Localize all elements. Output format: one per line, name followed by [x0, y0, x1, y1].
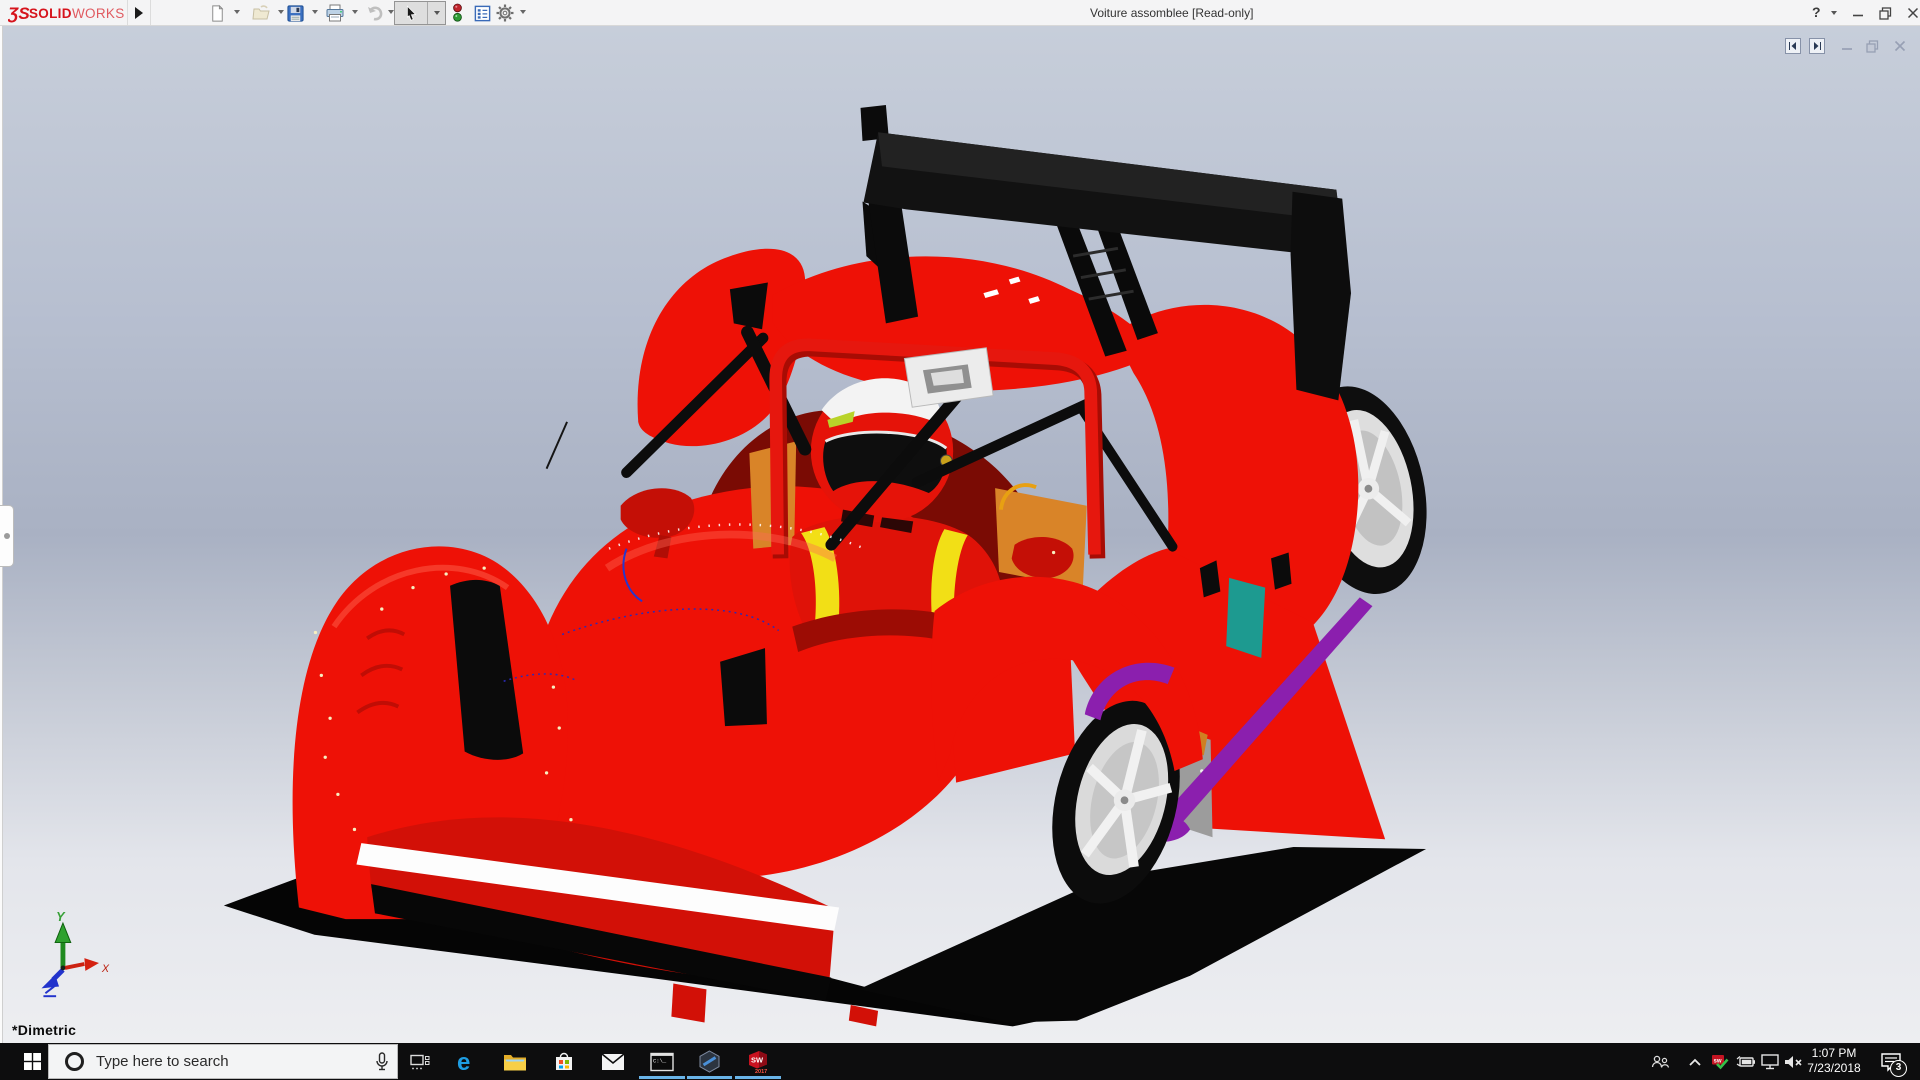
- new-document-button[interactable]: [206, 2, 228, 24]
- logo-mark: ƷS: [8, 4, 30, 23]
- save-caret[interactable]: [310, 10, 320, 18]
- select-tool-caret[interactable]: [427, 2, 445, 24]
- undo-icon: [365, 3, 385, 23]
- print-icon: [325, 3, 345, 23]
- titlebar: ƷS SOLID WORKS: [0, 0, 1920, 26]
- display-pane-icon: [473, 4, 492, 23]
- microsoft-store-icon: [553, 1051, 575, 1073]
- rearview-mirror-box: [904, 348, 993, 407]
- solidworks-monitor-icon: sw: [1711, 1052, 1730, 1071]
- microsoft-store-button[interactable]: [542, 1043, 586, 1080]
- gear-icon: [495, 3, 515, 23]
- rebuild-button[interactable]: [446, 2, 468, 24]
- mail-button[interactable]: [591, 1043, 635, 1080]
- mail-icon: [601, 1053, 625, 1071]
- command-prompt-icon: C:\_: [650, 1052, 674, 1072]
- clock-time: 1:07 PM: [1796, 1046, 1872, 1061]
- document-title: Voiture assomblee [Read-only]: [1090, 6, 1253, 20]
- taskbar-search[interactable]: [48, 1044, 398, 1079]
- tray-overflow-button[interactable]: [1682, 1043, 1708, 1080]
- taskbar: e: [0, 1043, 1920, 1080]
- new-document-icon: [208, 4, 227, 23]
- print-button[interactable]: [324, 2, 346, 24]
- task-view-icon: [410, 1053, 430, 1071]
- graphics-viewport[interactable]: Y X *Dimetric: [0, 26, 1920, 1043]
- microphone-icon[interactable]: [367, 1050, 397, 1074]
- triad-x-label: X: [101, 963, 110, 975]
- help-button[interactable]: ?: [1812, 4, 1821, 20]
- open-folder-icon: [251, 3, 271, 23]
- minimize-icon: [1852, 7, 1864, 19]
- taskbar-clock[interactable]: 1:07 PM 7/23/2018: [1796, 1046, 1872, 1076]
- svg-text:C:\_: C:\_: [653, 1057, 667, 1064]
- solidworks-window: ƷS SOLID WORKS: [0, 0, 1920, 1080]
- hexagon-app-icon: [698, 1050, 721, 1073]
- restore-icon: [1879, 7, 1892, 20]
- orientation-triad: Y X: [41, 910, 109, 996]
- logo-bold: SOLID: [29, 6, 72, 21]
- traffic-light-icon: [449, 2, 466, 24]
- open-indicator-cmd: [639, 1076, 685, 1079]
- search-input[interactable]: [96, 1053, 367, 1070]
- people-icon: [1650, 1053, 1670, 1071]
- hexagon-app-button[interactable]: [687, 1043, 731, 1080]
- solidworks-monitor-button[interactable]: sw: [1707, 1043, 1733, 1080]
- print-caret[interactable]: [350, 10, 360, 18]
- minimize-button[interactable]: [1849, 5, 1866, 21]
- file-explorer-button[interactable]: [493, 1043, 537, 1080]
- edge-button[interactable]: e: [445, 1043, 489, 1080]
- notification-badge: 3: [1890, 1060, 1907, 1077]
- file-explorer-icon: [503, 1052, 527, 1072]
- cursor-icon: [402, 4, 420, 23]
- command-prompt-button[interactable]: C:\_: [640, 1043, 684, 1080]
- play-arrow-icon: [135, 7, 143, 19]
- solidworks-2017-icon: SW 2017: [746, 1049, 771, 1074]
- model-canvas[interactable]: Y X: [0, 26, 1920, 1043]
- clock-date: 7/23/2018: [1796, 1061, 1872, 1076]
- view-orientation-label: *Dimetric: [12, 1022, 76, 1038]
- undo-button[interactable]: [364, 2, 386, 24]
- start-button[interactable]: [12, 1043, 52, 1080]
- options-caret[interactable]: [518, 10, 528, 18]
- save-floppy-icon: [286, 4, 305, 23]
- battery-icon: [1736, 1055, 1756, 1069]
- svg-text:SW: SW: [751, 1056, 764, 1065]
- menu-flyout-button[interactable]: [127, 0, 151, 25]
- save-button[interactable]: [284, 2, 306, 24]
- logo-light: WORKS: [72, 6, 125, 21]
- open-indicator-solidworks: [735, 1076, 781, 1079]
- select-tool-group: [394, 1, 446, 25]
- svg-text:e: e: [457, 1049, 470, 1075]
- solidworks-logo: ƷS SOLID WORKS: [8, 2, 126, 24]
- help-caret[interactable]: [1831, 11, 1837, 15]
- cortana-icon: [65, 1052, 84, 1071]
- svg-text:2017: 2017: [755, 1069, 767, 1074]
- open-indicator-hexagon: [687, 1076, 732, 1079]
- network-icon: [1760, 1053, 1780, 1070]
- close-button[interactable]: [1904, 5, 1920, 21]
- triad-y-label: Y: [56, 910, 66, 924]
- options-button[interactable]: [494, 2, 516, 24]
- display-pane-button[interactable]: [471, 2, 493, 24]
- solidworks-2017-button[interactable]: SW 2017: [736, 1043, 780, 1080]
- close-icon: [1907, 7, 1919, 19]
- new-document-caret[interactable]: [232, 10, 242, 18]
- people-button[interactable]: [1647, 1043, 1673, 1080]
- select-tool-button[interactable]: [395, 2, 427, 24]
- battery-button[interactable]: [1733, 1043, 1759, 1080]
- chevron-up-icon: [1688, 1057, 1702, 1067]
- open-document-button[interactable]: [250, 2, 272, 24]
- windows-logo-icon: [24, 1053, 41, 1070]
- edge-icon: e: [454, 1049, 480, 1075]
- restore-button[interactable]: [1877, 5, 1894, 21]
- task-view-button[interactable]: [398, 1043, 442, 1080]
